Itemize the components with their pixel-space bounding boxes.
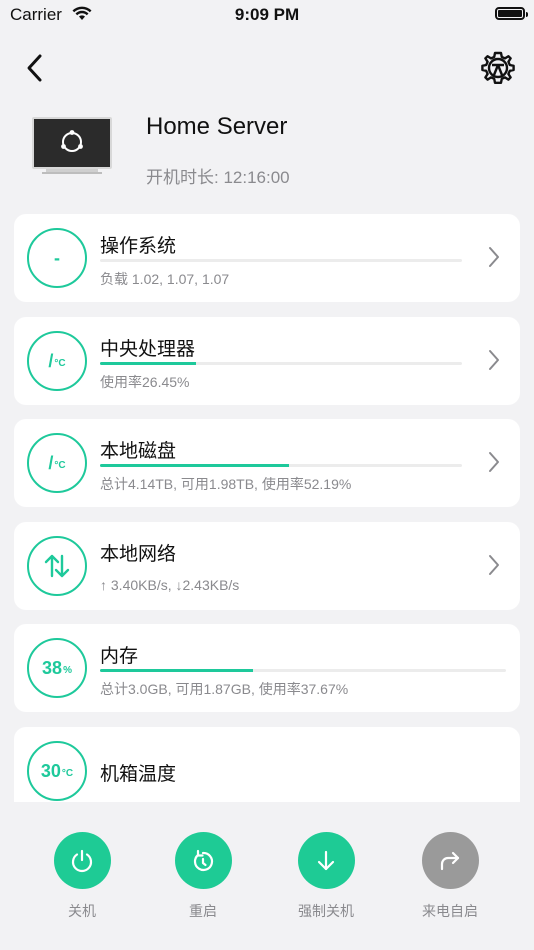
ring-value: / bbox=[48, 350, 54, 371]
progress-fill bbox=[100, 362, 196, 365]
card-title: 机箱温度 bbox=[100, 764, 177, 785]
card-local-network[interactable]: 本地网络 ↑ 3.40KB/s, ↓2.43KB/s bbox=[14, 522, 520, 610]
card-title: 中央处理器 bbox=[100, 339, 196, 360]
card-title: 本地网络 bbox=[100, 544, 177, 565]
status-ring: 38% bbox=[27, 638, 87, 698]
chevron-right-icon bbox=[489, 247, 499, 267]
ring-unit: °C bbox=[61, 767, 74, 779]
ring-value: - bbox=[54, 247, 60, 268]
chevron-right-icon bbox=[489, 555, 499, 575]
action-circle bbox=[421, 832, 479, 889]
ring-unit: °C bbox=[54, 357, 66, 369]
action-circle bbox=[53, 832, 111, 889]
gear-icon bbox=[481, 51, 515, 84]
share-arrow-icon bbox=[440, 851, 460, 870]
action-bar: 关机 重启 强制关机 来电自启 bbox=[0, 802, 534, 950]
shutdown-button[interactable]: 关机 bbox=[32, 832, 132, 921]
card-subtitle: 负载 1.02, 1.07, 1.07 bbox=[100, 271, 230, 287]
action-label: 重启 bbox=[189, 903, 217, 919]
ring-value: 30 bbox=[40, 760, 61, 781]
card-subtitle: 总计3.0GB, 可用1.87GB, 使用率37.67% bbox=[100, 681, 349, 697]
card-subtitle: 总计4.14TB, 可用1.98TB, 使用率52.19% bbox=[100, 476, 352, 492]
ring-value: / bbox=[48, 452, 54, 473]
action-circle bbox=[174, 832, 232, 889]
action-label: 关机 bbox=[68, 903, 96, 919]
ring-unit: % bbox=[63, 664, 72, 676]
power-icon bbox=[71, 849, 93, 872]
progress-bar bbox=[100, 259, 462, 262]
status-ring: 30 °C bbox=[27, 741, 87, 801]
server-monitor-icon bbox=[32, 117, 114, 182]
auto-power-on-button[interactable]: 来电自启 bbox=[400, 832, 500, 921]
chevron-right-icon bbox=[489, 350, 499, 370]
chevron-right-icon bbox=[489, 452, 499, 472]
down-arrow-icon bbox=[317, 850, 335, 870]
settings-button[interactable] bbox=[480, 50, 516, 86]
progress-bar bbox=[100, 669, 506, 672]
restart-icon bbox=[193, 849, 214, 871]
card-subtitle: 使用率26.45% bbox=[100, 374, 190, 390]
action-circle bbox=[297, 832, 355, 889]
card-title: 本地磁盘 bbox=[100, 441, 177, 462]
force-shutdown-button[interactable]: 强制关机 bbox=[276, 832, 376, 921]
chevron-left-icon bbox=[27, 54, 42, 82]
status-ring: - bbox=[27, 228, 87, 288]
progress-bar bbox=[100, 362, 462, 365]
up-down-arrows-icon bbox=[44, 554, 70, 578]
status-bar: Carrier 9:09 PM bbox=[0, 0, 534, 32]
action-label: 来电自启 bbox=[422, 903, 478, 919]
card-cpu[interactable]: / °C 中央处理器 使用率26.45% bbox=[14, 317, 520, 405]
status-ring: / °C bbox=[27, 433, 87, 493]
card-local-disk[interactable]: / °C 本地磁盘 总计4.14TB, 可用1.98TB, 使用率52.19% bbox=[14, 419, 520, 507]
status-ring bbox=[27, 536, 87, 596]
battery-icon bbox=[495, 7, 528, 20]
card-memory: 38% 内存 总计3.0GB, 可用1.87GB, 使用率37.67% bbox=[14, 624, 520, 712]
restart-button[interactable]: 重启 bbox=[153, 832, 253, 921]
progress-fill bbox=[100, 464, 289, 467]
ring-unit: °C bbox=[54, 459, 66, 471]
card-operating-system[interactable]: - 操作系统 负载 1.02, 1.07, 1.07 bbox=[14, 214, 520, 302]
server-uptime: 开机时长: 12:16:00 bbox=[146, 168, 290, 187]
server-name: Home Server bbox=[146, 113, 288, 140]
back-button[interactable] bbox=[20, 52, 52, 84]
ring-value: 38 bbox=[42, 657, 63, 678]
card-title: 内存 bbox=[100, 646, 139, 667]
progress-bar bbox=[100, 464, 462, 467]
clock: 9:09 PM bbox=[234, 5, 300, 24]
progress-fill bbox=[100, 669, 253, 672]
card-subtitle: ↑ 3.40KB/s, ↓2.43KB/s bbox=[100, 577, 240, 593]
card-title: 操作系统 bbox=[100, 236, 177, 257]
status-ring: / °C bbox=[27, 331, 87, 391]
action-label: 强制关机 bbox=[298, 903, 354, 919]
